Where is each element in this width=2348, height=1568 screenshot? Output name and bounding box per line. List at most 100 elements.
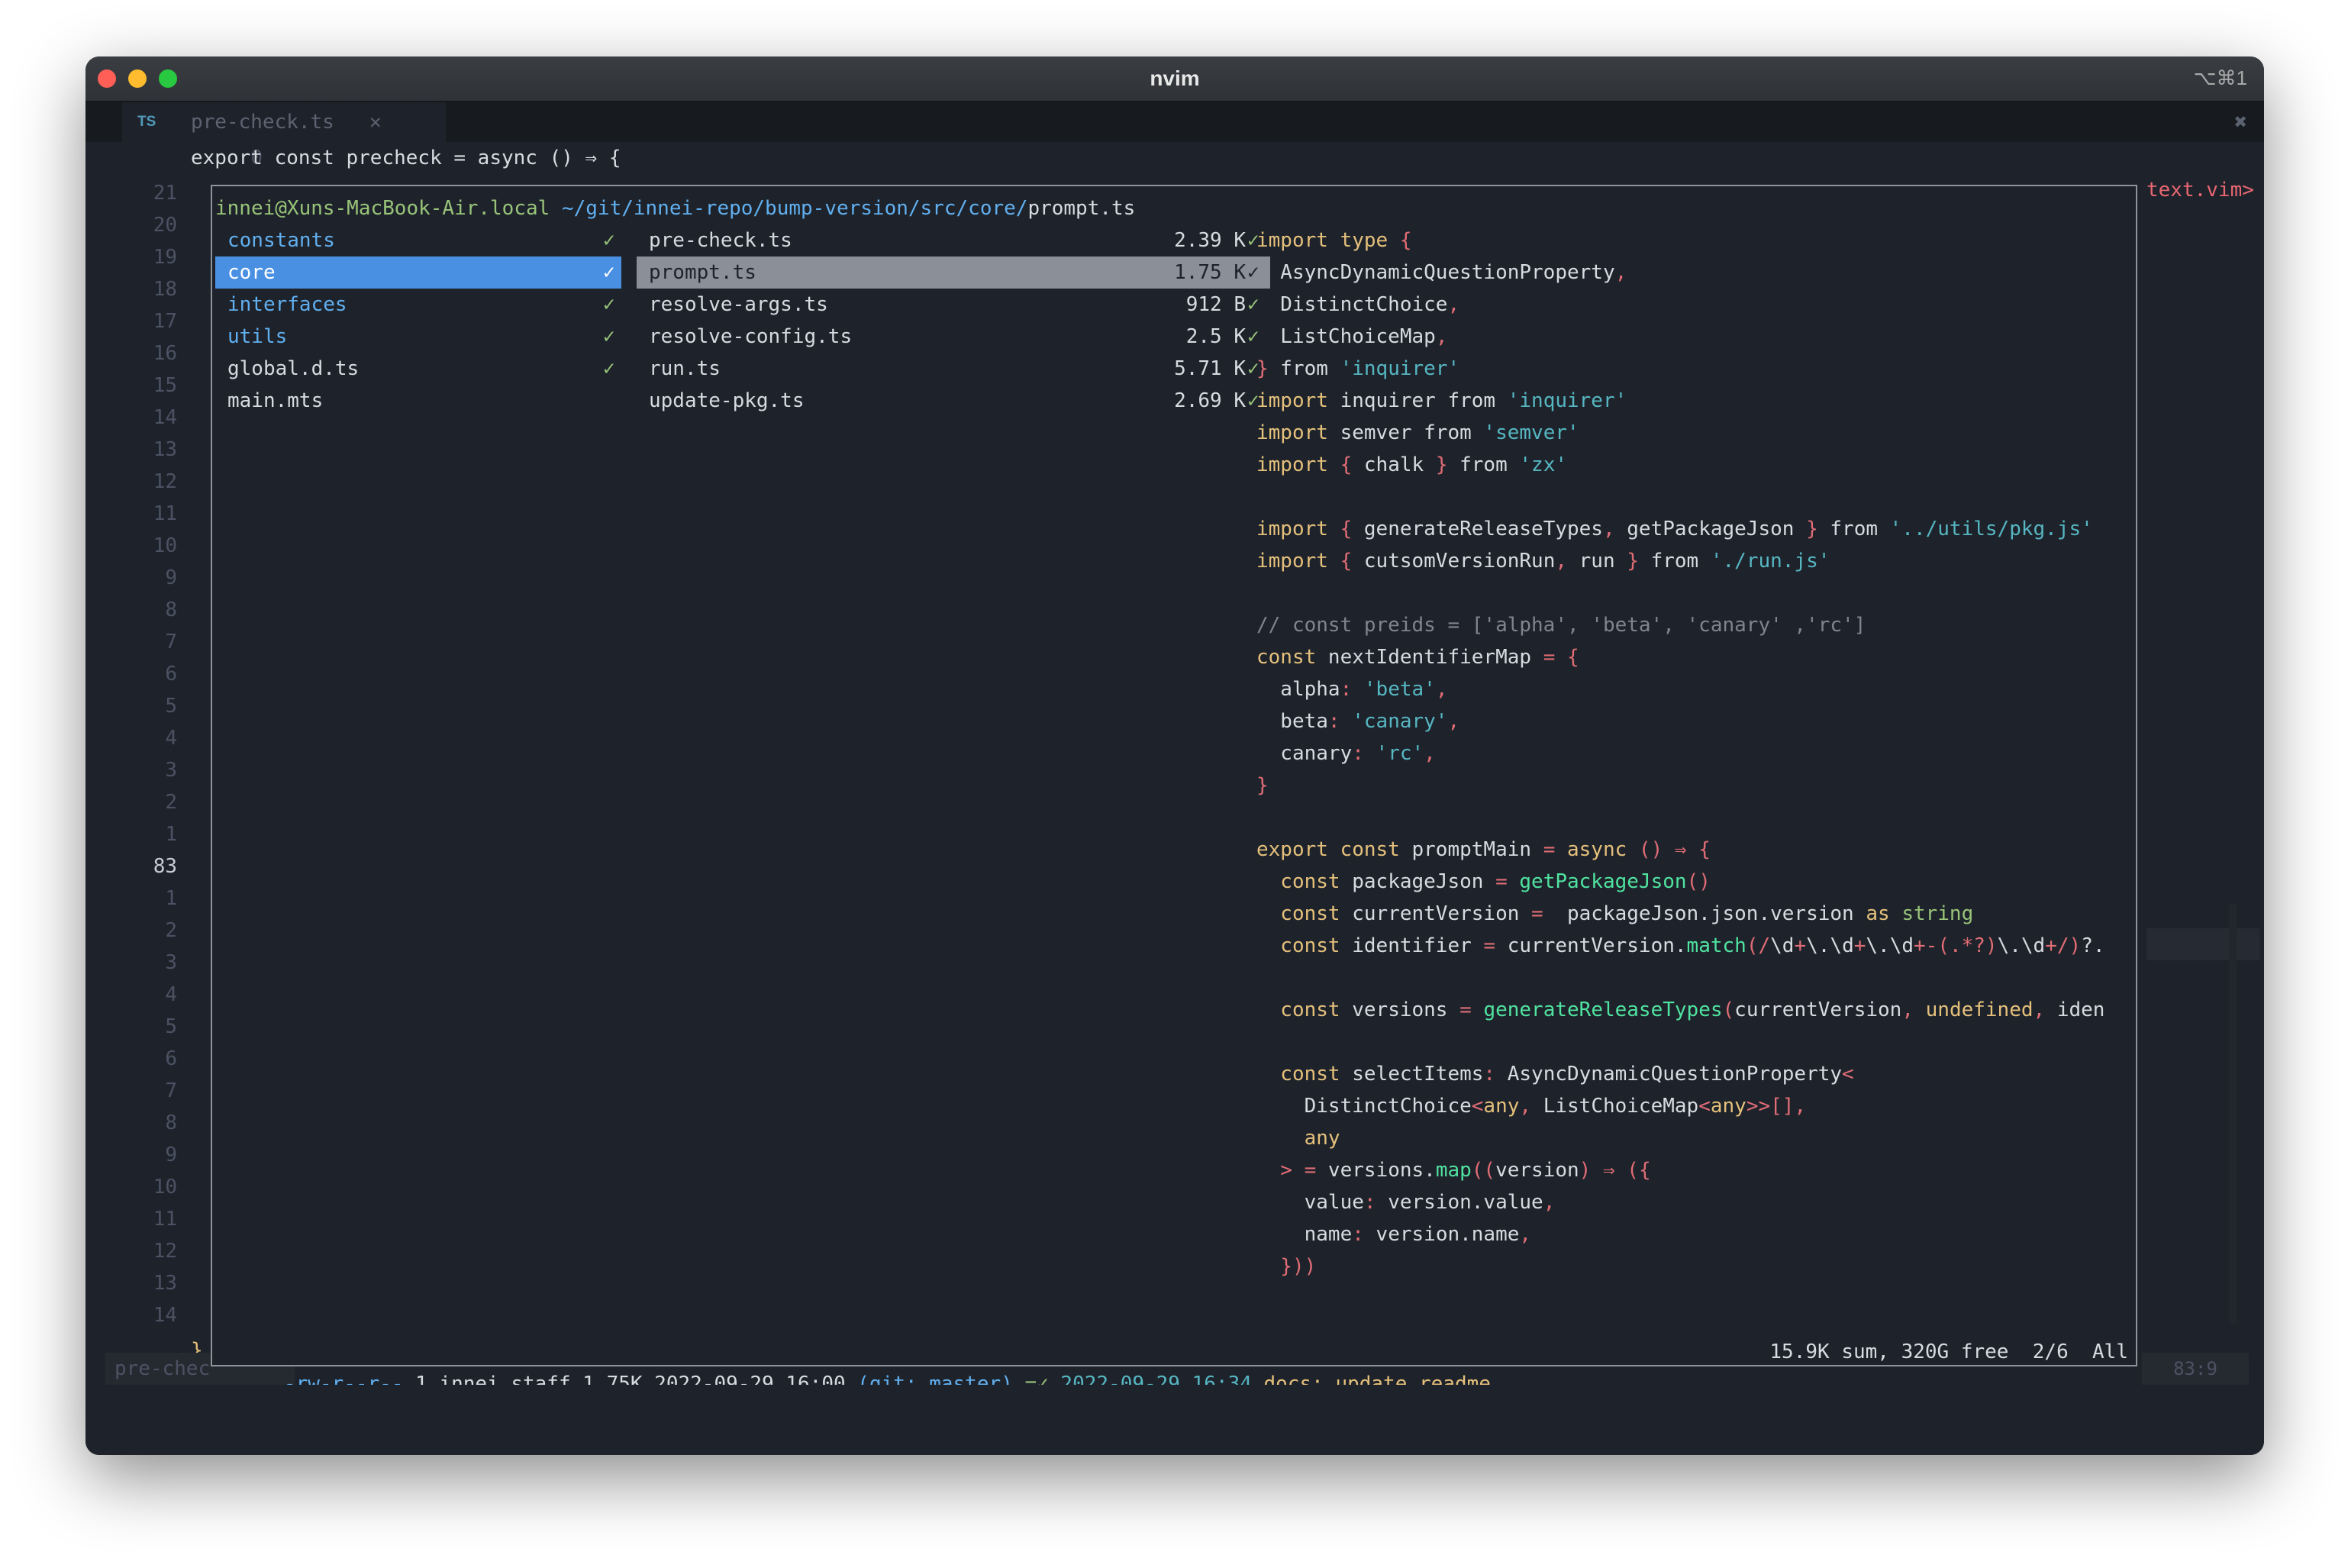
check-icon: ✓ [603,261,615,284]
line-number: 14 [153,1304,177,1327]
preview-code-line: import inquirer from 'inquirer' [1256,389,1627,412]
preview-code-line: const identifier = currentVersion.match(… [1256,934,2105,957]
typescript-icon: TS [137,114,156,130]
user-host: innei@Xuns-MacBook-Air.local [215,197,550,220]
preview-code-line: beta: 'canary', [1256,710,1460,733]
ranger-header: innei@Xuns-MacBook-Air.local ~/git/innei… [215,192,1135,224]
line-number: 10 [153,534,177,557]
file-list-item[interactable]: run.ts 5.71 K ✓ [637,353,1270,385]
tab-label: pre-check.ts [191,111,334,134]
preview-code-line: const packageJson = getPackageJson() [1256,870,1711,893]
file-preview-pane: import type { AsyncDynamicQuestionProper… [1256,186,2134,1331]
file-list-item[interactable]: resolve-config.ts 2.5 K ✓ [637,321,1270,353]
line-number: 1 [165,823,177,846]
line-number: 3 [165,759,177,782]
line-number: 18 [153,278,177,301]
line-number: 4 [165,983,177,1006]
file-list-item[interactable]: pre-check.ts 2.39 K ✓ [637,224,1270,256]
window-shortcut: ⌥⌘1 [2193,66,2247,89]
check-icon: ✓ [603,229,615,252]
line-number: 15 [153,374,177,397]
filetype-label: text.vim> [2146,179,2254,202]
check-icon: ✓ [603,357,615,380]
file-size: 1.75 K [1174,261,1246,284]
preview-code-line: const nextIdentifierMap = { [1256,646,1579,669]
line-number: 8 [165,598,177,621]
parent-list-item[interactable]: main.mts [215,385,621,417]
close-all-icon[interactable]: ✖ [2234,102,2247,142]
preview-code-line: DistinctChoice, [1256,293,1460,316]
line-number: 12 [153,1240,177,1263]
parent-list-item[interactable]: global.d.ts ✓ [215,353,621,385]
item-name: update-pkg.ts [649,389,805,412]
line-number: 16 [153,342,177,365]
item-name: core [227,261,276,284]
current-line-highlight [2146,928,2259,960]
line-number: 6 [165,1047,177,1070]
preview-code-line: any [1256,1127,1340,1150]
parent-list-item[interactable]: core ✓ [215,256,621,289]
terminal-window: nvim ⌥⌘1 TS pre-check.ts ✕ ✖ 0 export co… [85,56,2264,1455]
preview-code-line: } [1256,774,1269,797]
window-title: nvim [1150,66,1200,90]
line-number: 1 [165,887,177,910]
line-number: 21 [153,182,177,205]
file-list-item[interactable]: update-pkg.ts 2.69 K ✓ [637,385,1270,417]
item-name: resolve-args.ts [649,293,828,316]
statusline-position: 83:9 [2142,1353,2249,1385]
item-name: global.d.ts [227,357,360,380]
winbar-code: export const precheck = async () ⇒ { [191,147,621,169]
line-number: 83 [153,855,177,878]
close-icon[interactable]: ✕ [369,102,382,142]
line-number: 5 [165,695,177,718]
preview-code-line: DistinctChoice<any, ListChoiceMap<any>>[… [1256,1095,1807,1118]
item-name: constants [227,229,335,252]
current-file: prompt.ts [1027,197,1136,220]
line-number: 11 [153,1208,177,1231]
line-number: 3 [165,951,177,974]
item-name: run.ts [649,357,721,380]
preview-code-line: const selectItems: AsyncDynamicQuestionP… [1256,1063,1854,1086]
preview-code-line: alpha: 'beta', [1256,678,1448,701]
winbar: 0 export const precheck = async () ⇒ { [85,142,2264,174]
ranger-float-window[interactable]: innei@Xuns-MacBook-Air.local ~/git/innei… [211,185,2137,1395]
parent-list-item[interactable]: interfaces ✓ [215,289,621,321]
line-number: 13 [153,1272,177,1295]
line-number: 5 [165,1015,177,1038]
check-icon: ✓ [603,325,615,348]
disk-summary: 15.9K sum, 320G free 2/6 All [1769,1341,2128,1363]
file-size: 2.39 K [1174,229,1246,252]
line-number: 9 [165,1144,177,1166]
line-number: 7 [165,631,177,653]
parent-list-item[interactable]: utils ✓ [215,321,621,353]
line-number: 19 [153,246,177,269]
title-bar[interactable]: nvim ⌥⌘1 [85,56,2264,102]
ranger-footer: -rw-r--r-- 1 innei staff 1.75K 2022-09-2… [212,1336,2136,1395]
line-number: 9 [165,566,177,589]
item-name: main.mts [227,389,324,412]
line-number: 11 [153,502,177,525]
item-name: resolve-config.ts [649,325,853,348]
line-number: 7 [165,1079,177,1102]
preview-code-line: import { generateReleaseTypes, getPackag… [1256,518,2093,540]
preview-code-line: name: version.name, [1256,1223,1532,1246]
check-icon: ✓ [603,293,615,316]
preview-code-line: // const preids = ['alpha', 'beta', 'can… [1256,614,1866,637]
preview-code-line: import { cutsomVersionRun, run } from '.… [1256,550,1830,573]
parent-list-item[interactable]: constants ✓ [215,224,621,256]
file-size: 5.71 K [1174,357,1246,380]
file-size: 912 B [1185,293,1246,316]
file-list-item[interactable]: resolve-args.ts 912 B ✓ [637,289,1270,321]
file-size: 2.5 K [1185,325,1246,348]
scrollbar[interactable] [2229,904,2237,1324]
line-number: 6 [165,663,177,686]
line-number: 10 [153,1176,177,1199]
line-number: 20 [153,214,177,237]
line-number: 2 [165,919,177,942]
tabline: TS pre-check.ts ✕ ✖ [85,102,2264,142]
preview-code-line: import type { [1256,229,1412,252]
item-name: pre-check.ts [649,229,792,252]
file-list-item[interactable]: prompt.ts 1.75 K ✓ [637,256,1270,289]
tab-pre-check[interactable]: TS pre-check.ts ✕ [122,102,446,142]
preview-code-line: } from 'inquirer' [1256,357,1460,380]
